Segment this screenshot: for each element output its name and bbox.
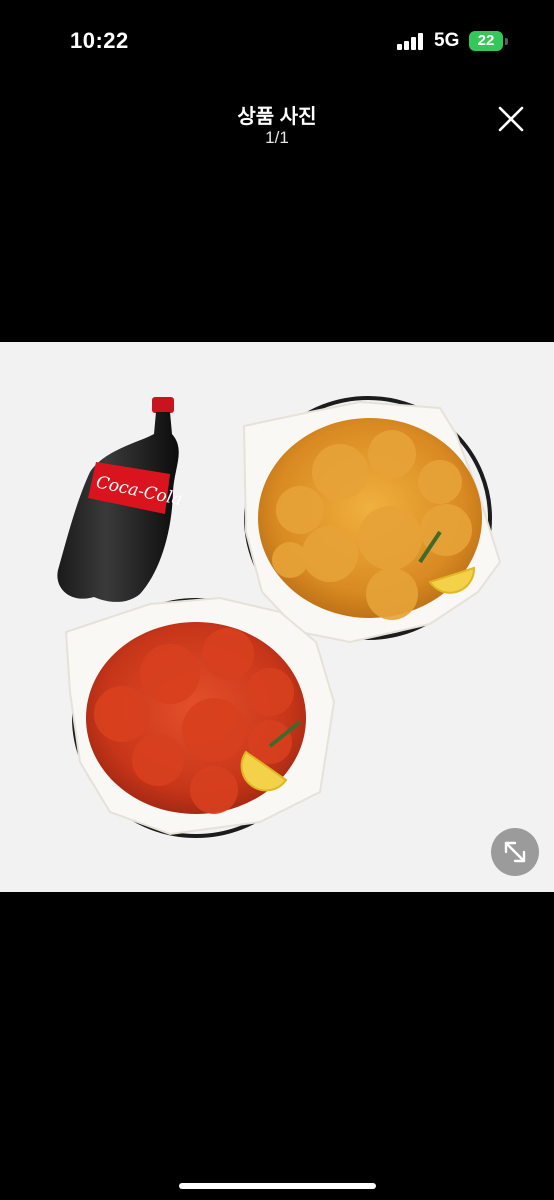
close-button[interactable] (494, 102, 528, 136)
battery-nub (505, 38, 508, 45)
network-label: 5G (434, 30, 460, 51)
product-photo-image: Coca-Cola (57, 396, 502, 838)
battery-icon: 22 (469, 31, 503, 51)
spicy-chicken-basket (64, 596, 336, 838)
status-bar: 10:22 5G 22 (0, 0, 554, 84)
expand-icon (504, 841, 526, 863)
battery-level: 22 (477, 32, 495, 49)
home-indicator[interactable] (179, 1183, 376, 1189)
viewer-header: 상품 사진 1/1 (0, 92, 554, 162)
image-counter: 1/1 (265, 128, 289, 147)
cola-bottle: Coca-Cola (57, 397, 184, 602)
close-icon (498, 106, 524, 132)
product-photo[interactable]: Coca-Cola (0, 342, 554, 892)
page-title: 상품 사진 (237, 106, 317, 128)
expand-button[interactable] (491, 828, 539, 876)
signal-icon (397, 32, 425, 50)
fried-chicken-basket (242, 396, 502, 644)
status-time: 10:22 (70, 28, 129, 53)
